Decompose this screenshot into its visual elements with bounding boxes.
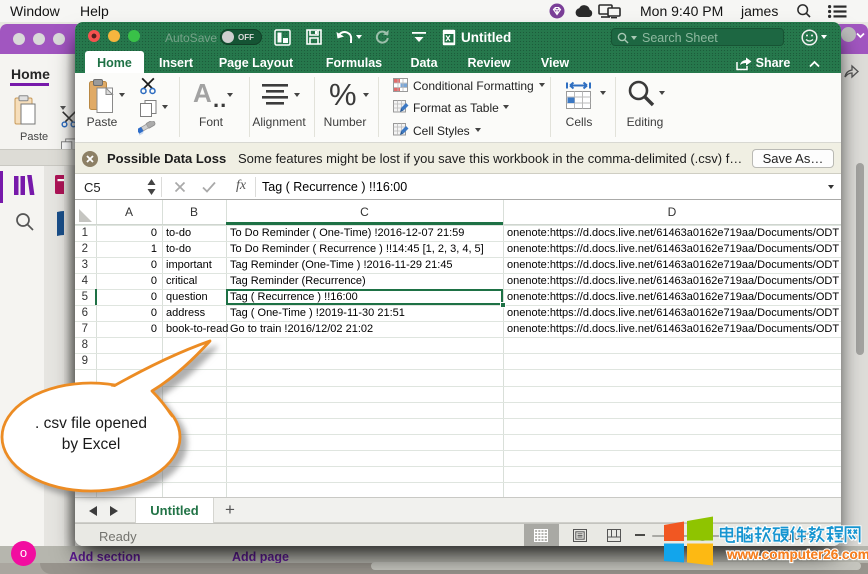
svg-text:. csv file opened: . csv file opened: [35, 415, 147, 432]
svg-text:by Excel: by Excel: [62, 436, 121, 453]
svg-text:www.computer26.com: www.computer26.com: [726, 547, 868, 562]
